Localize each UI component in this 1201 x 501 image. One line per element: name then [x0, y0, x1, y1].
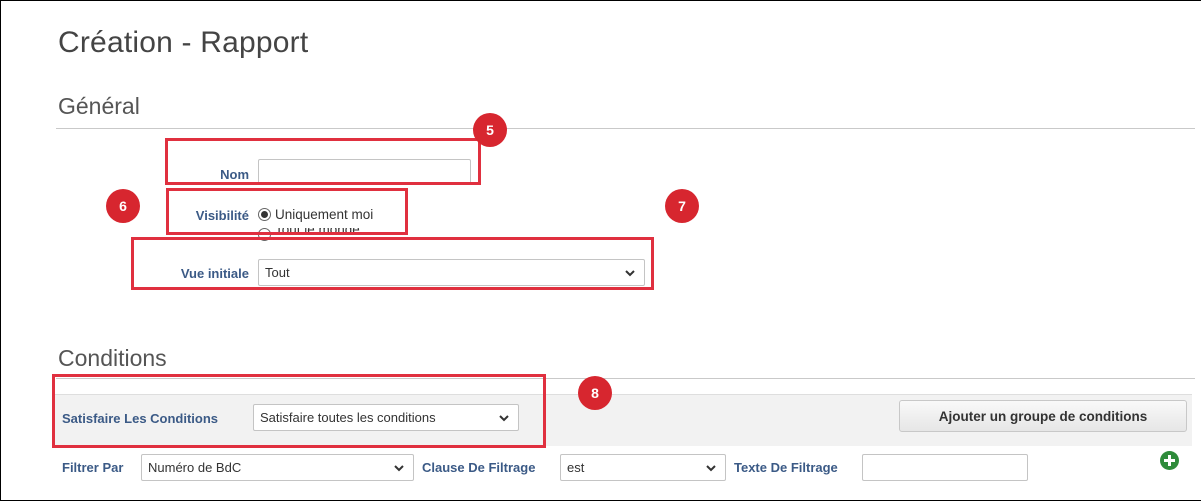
- step-badge-8: 8: [578, 376, 612, 410]
- plus-circle-icon[interactable]: [1160, 451, 1179, 470]
- chevron-down-icon: [394, 465, 404, 472]
- filter-by-value: Numéro de BdC: [148, 460, 242, 475]
- section-divider: [56, 128, 1195, 129]
- highlight-box-visibility: [166, 188, 408, 235]
- filter-text-input[interactable]: [862, 454, 1028, 481]
- filter-text-label: Texte De Filtrage: [734, 460, 838, 475]
- filter-clause-value: est: [567, 460, 585, 475]
- filter-by-label: Filtrer Par: [62, 460, 124, 475]
- highlight-box-initial-view: [131, 237, 654, 290]
- section-title-conditions: Conditions: [58, 345, 167, 371]
- filter-by-select[interactable]: Numéro de BdC: [141, 454, 414, 481]
- step-badge-5: 5: [473, 113, 507, 147]
- add-condition-group-button[interactable]: Ajouter un groupe de conditions: [899, 400, 1187, 432]
- step-badge-6: 6: [106, 189, 140, 223]
- filter-clause-label: Clause De Filtrage: [422, 460, 536, 475]
- page-title: Création - Rapport: [58, 26, 309, 59]
- filter-clause-select[interactable]: est: [560, 454, 726, 481]
- section-title-general: Général: [58, 93, 140, 119]
- chevron-down-icon: [706, 465, 716, 472]
- highlight-box-conditions: [52, 374, 546, 448]
- step-badge-7: 7: [665, 189, 699, 223]
- highlight-box-name: [165, 138, 481, 185]
